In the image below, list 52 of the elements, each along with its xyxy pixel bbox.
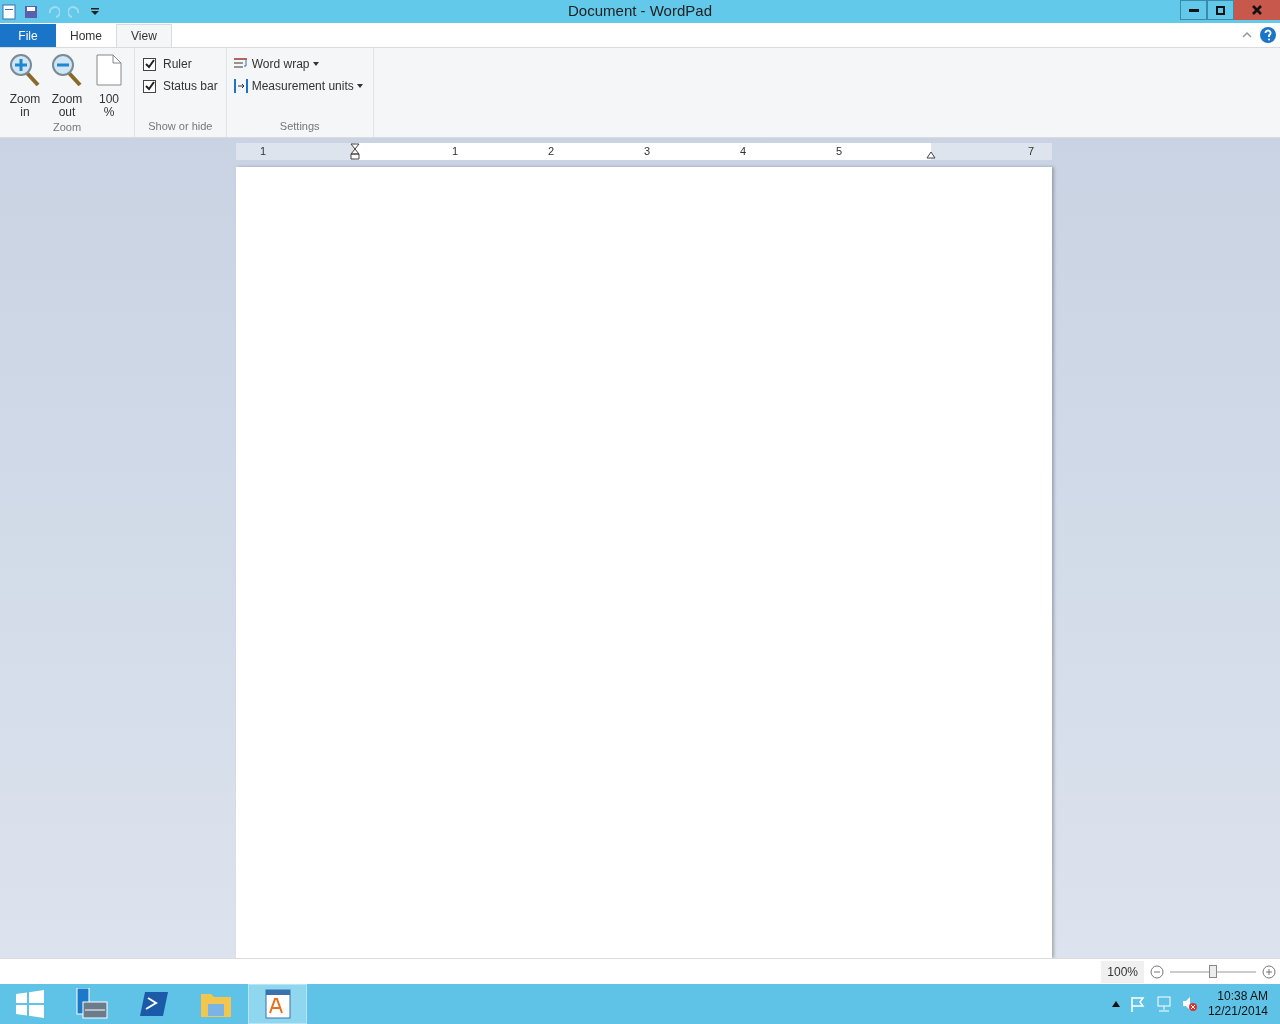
ruler-number: 1 [451, 144, 459, 158]
actual-size-button[interactable]: 100 % [90, 51, 128, 119]
zoom-in-icon[interactable] [1262, 964, 1276, 979]
word-wrap-icon [232, 57, 249, 71]
taskbar-button[interactable] [248, 984, 307, 1024]
ruler-number: 3 [643, 144, 651, 158]
ruler-number: 5 [835, 144, 843, 158]
minimize-button[interactable] [1180, 0, 1207, 20]
zoom-out-icon [51, 53, 83, 87]
ruler-number: 4 [739, 144, 747, 158]
group-label: Show or hide [147, 118, 214, 134]
ribbon-tab[interactable]: View [116, 24, 172, 47]
checkbox[interactable] [143, 57, 156, 71]
zoom-out-icon[interactable] [1150, 964, 1164, 979]
ruler-number: 1 [259, 144, 267, 158]
server-toolbox-icon [74, 988, 109, 1020]
left-indent-marker-icon[interactable] [350, 143, 360, 160]
word-wrap-dropdown[interactable]: Word wrap [232, 56, 363, 72]
zoom-in-icon [9, 53, 41, 87]
show-hidden-icons-icon[interactable] [1111, 1001, 1120, 1007]
windows-logo-icon [15, 990, 44, 1018]
measurement-units-dropdown[interactable]: Measurement units [232, 78, 363, 94]
save-icon[interactable] [24, 4, 38, 19]
caret-icon [312, 62, 319, 66]
collapse-ribbon-icon[interactable] [1242, 31, 1252, 39]
terminal-icon [138, 991, 169, 1017]
document-icon [264, 989, 291, 1019]
speaker-muted-icon[interactable] [1181, 996, 1198, 1012]
ruler-number: 2 [547, 144, 555, 158]
zoom-in-button[interactable]: Zoom in [6, 51, 44, 119]
zoom-out-button[interactable]: Zoom out [48, 51, 86, 119]
customize-toolbar-icon[interactable] [90, 6, 100, 17]
zoom-level: 100% [1101, 960, 1144, 983]
zoom-slider[interactable] [1170, 964, 1256, 979]
page-icon [95, 53, 123, 87]
close-icon [1252, 5, 1262, 15]
ruler-units-icon [232, 78, 249, 94]
window-title: Document - WordPad [568, 1, 712, 22]
group-label: Zoom [51, 120, 83, 135]
help-icon[interactable] [1260, 27, 1276, 43]
checkbox-option[interactable]: Status bar [143, 78, 218, 94]
slider-thumb[interactable] [1209, 965, 1217, 978]
ruler-number: 7 [1027, 144, 1035, 158]
checkbox-option[interactable]: Ruler [143, 56, 218, 72]
right-indent-marker-icon[interactable] [926, 149, 936, 159]
checkbox[interactable] [143, 79, 156, 93]
file-tab[interactable]: File [0, 24, 56, 47]
clock[interactable]: 10:38 AM 12/21/2014 [1207, 989, 1268, 1019]
caret-icon [356, 84, 363, 88]
group-label: Settings [278, 118, 321, 134]
close-button[interactable] [1234, 0, 1280, 20]
app-icon[interactable] [2, 3, 16, 20]
